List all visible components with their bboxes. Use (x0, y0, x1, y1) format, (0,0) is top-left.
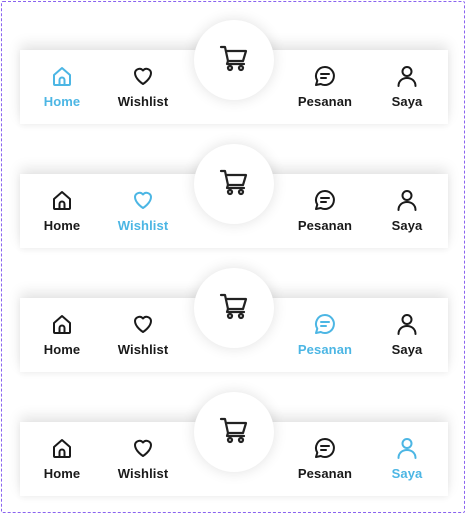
nav-item-label: Pesanan (297, 218, 353, 233)
cart-icon (219, 291, 249, 326)
nav-item-home[interactable]: Home (22, 64, 102, 109)
home-icon (50, 188, 74, 212)
chat-icon (313, 64, 337, 88)
heart-icon (131, 188, 155, 212)
nav-item-label: Home (43, 466, 81, 481)
bottom-nav-wishlist-active: Home Wishlist Pesanan Saya (20, 144, 448, 254)
nav-item-pesanan[interactable]: Pesanan (285, 436, 365, 481)
nav-item-pesanan[interactable]: Pesanan (285, 188, 365, 233)
cart-button[interactable] (194, 392, 274, 472)
nav-item-label: Wishlist (117, 466, 169, 481)
nav-item-label: Pesanan (297, 94, 353, 109)
heart-icon (131, 312, 155, 336)
nav-item-label: Pesanan (297, 466, 353, 481)
user-icon (395, 188, 419, 212)
chat-icon (313, 436, 337, 460)
cart-button[interactable] (194, 20, 274, 100)
cart-button[interactable] (194, 144, 274, 224)
cart-icon (219, 43, 249, 78)
nav-item-label: Wishlist (117, 218, 169, 233)
home-icon (50, 436, 74, 460)
bottom-nav-saya-active: Home Wishlist Pesanan Saya (20, 392, 448, 502)
nav-item-label: Home (43, 342, 81, 357)
nav-item-label: Saya (391, 218, 423, 233)
nav-item-label: Saya (391, 94, 423, 109)
nav-item-label: Home (43, 94, 81, 109)
nav-item-saya[interactable]: Saya (367, 188, 447, 233)
nav-item-home[interactable]: Home (22, 312, 102, 357)
nav-item-saya[interactable]: Saya (367, 64, 447, 109)
nav-item-label: Wishlist (117, 342, 169, 357)
user-icon (395, 64, 419, 88)
nav-item-label: Saya (391, 466, 423, 481)
cart-button[interactable] (194, 268, 274, 348)
nav-item-wishlist[interactable]: Wishlist (103, 436, 183, 481)
nav-item-home[interactable]: Home (22, 436, 102, 481)
nav-item-home[interactable]: Home (22, 188, 102, 233)
cart-icon (219, 167, 249, 202)
heart-icon (131, 64, 155, 88)
cart-icon (219, 415, 249, 450)
nav-item-label: Home (43, 218, 81, 233)
bottom-nav-pesanan-active: Home Wishlist Pesanan Saya (20, 268, 448, 378)
chat-icon (313, 188, 337, 212)
chat-icon (313, 312, 337, 336)
nav-item-pesanan[interactable]: Pesanan (285, 312, 365, 357)
nav-item-wishlist[interactable]: Wishlist (103, 64, 183, 109)
bottom-nav-home-active: Home Wishlist Pesanan Saya (20, 20, 448, 130)
nav-item-label: Saya (391, 342, 423, 357)
heart-icon (131, 436, 155, 460)
home-icon (50, 312, 74, 336)
nav-item-label: Pesanan (297, 342, 353, 357)
user-icon (395, 436, 419, 460)
nav-item-saya[interactable]: Saya (367, 312, 447, 357)
nav-item-wishlist[interactable]: Wishlist (103, 312, 183, 357)
nav-item-label: Wishlist (117, 94, 169, 109)
nav-item-wishlist[interactable]: Wishlist (103, 188, 183, 233)
nav-item-pesanan[interactable]: Pesanan (285, 64, 365, 109)
nav-item-saya[interactable]: Saya (367, 436, 447, 481)
user-icon (395, 312, 419, 336)
home-icon (50, 64, 74, 88)
